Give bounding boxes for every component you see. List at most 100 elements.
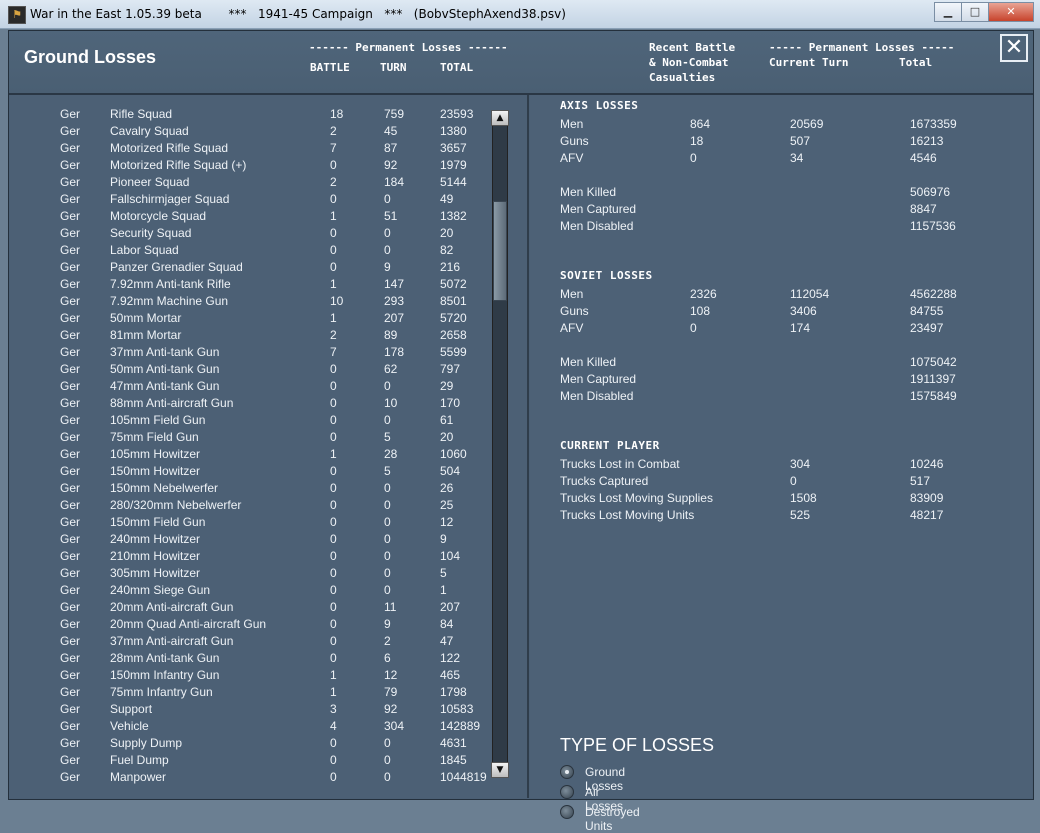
scroll-down-icon[interactable]: ▼ <box>491 762 509 778</box>
stat-label: Trucks Lost Moving Supplies <box>560 491 713 505</box>
table-row[interactable]: Ger Motorcycle Squad 1 51 1382 <box>10 209 490 226</box>
table-row[interactable]: Ger 81mm Mortar 2 89 2658 <box>10 328 490 345</box>
table-row[interactable]: Ger Panzer Grenadier Squad 0 9 216 <box>10 260 490 277</box>
close-icon[interactable]: ✕ <box>988 2 1034 22</box>
row-side: Ger <box>60 736 81 750</box>
row-battle: 0 <box>330 379 337 393</box>
row-turn: 0 <box>384 498 391 512</box>
table-row[interactable]: Ger Manpower 0 0 1044819 <box>10 770 490 787</box>
permanent-losses-header: ------ Permanent Losses ------ <box>309 41 508 54</box>
table-row[interactable]: Ger Labor Squad 0 0 82 <box>10 243 490 260</box>
row-battle: 0 <box>330 617 337 631</box>
table-row[interactable]: Ger Support 3 92 10583 <box>10 702 490 719</box>
table-row[interactable]: Ger 150mm Field Gun 0 0 12 <box>10 515 490 532</box>
radio-button-icon[interactable] <box>560 805 574 819</box>
row-name: Fallschirmjager Squad <box>110 192 230 206</box>
scrollbar-thumb[interactable] <box>493 201 507 301</box>
maximize-icon[interactable]: □ <box>961 2 989 22</box>
row-side: Ger <box>60 260 81 274</box>
table-row[interactable]: Ger 105mm Howitzer 1 28 1060 <box>10 447 490 464</box>
row-turn: 89 <box>384 328 398 342</box>
detail-total: 1075042 <box>910 355 957 369</box>
table-row[interactable]: Ger Fuel Dump 0 0 1845 <box>10 753 490 770</box>
row-battle: 0 <box>330 481 337 495</box>
column-turn-header: TURN <box>380 61 407 74</box>
close-dialog-button[interactable]: ✕ <box>1000 34 1028 62</box>
row-total: 29 <box>440 379 454 393</box>
row-total: 5599 <box>440 345 467 359</box>
table-row[interactable]: Ger Cavalry Squad 2 45 1380 <box>10 124 490 141</box>
row-name: 37mm Anti-tank Gun <box>110 345 220 359</box>
table-row[interactable]: Ger Vehicle 4 304 142889 <box>10 719 490 736</box>
table-row[interactable]: Ger 75mm Infantry Gun 1 79 1798 <box>10 685 490 702</box>
minimize-icon[interactable]: ▁ <box>934 2 962 22</box>
table-row[interactable]: Ger Rifle Squad 18 759 23593 <box>10 107 490 124</box>
row-side: Ger <box>60 124 81 138</box>
ground-losses-list[interactable]: Ger Rifle Squad 18 759 23593 Ger Cavalry Squad… <box>10 95 529 798</box>
table-row[interactable]: Ger 50mm Mortar 1 207 5720 <box>10 311 490 328</box>
row-side: Ger <box>60 549 81 563</box>
table-row[interactable]: Ger Fallschirmjager Squad 0 0 49 <box>10 192 490 209</box>
row-side: Ger <box>60 158 81 172</box>
table-row[interactable]: Ger 305mm Howitzer 0 0 5 <box>10 566 490 583</box>
table-row[interactable]: Ger 240mm Howitzer 0 0 9 <box>10 532 490 549</box>
stat-total: 4546 <box>910 151 937 165</box>
table-row[interactable]: Ger Security Squad 0 0 20 <box>10 226 490 243</box>
table-row[interactable]: Ger 88mm Anti-aircraft Gun 0 10 170 <box>10 396 490 413</box>
row-side: Ger <box>60 651 81 665</box>
detail-label: Men Disabled <box>560 219 634 233</box>
row-total: 1382 <box>440 209 467 223</box>
row-battle: 2 <box>330 175 337 189</box>
current-player-title: CURRENT PLAYER <box>560 439 660 452</box>
row-total: 20 <box>440 430 454 444</box>
row-name: 240mm Siege Gun <box>110 583 211 597</box>
table-row[interactable]: Ger 150mm Infantry Gun 1 12 465 <box>10 668 490 685</box>
radio-button-icon[interactable] <box>560 765 574 779</box>
table-row[interactable]: Ger 28mm Anti-tank Gun 0 6 122 <box>10 651 490 668</box>
table-row[interactable]: Ger 105mm Field Gun 0 0 61 <box>10 413 490 430</box>
table-row[interactable]: Ger 75mm Field Gun 0 5 20 <box>10 430 490 447</box>
row-total: 49 <box>440 192 454 206</box>
soviet-detail-row: Men Disabled 1575849 <box>560 389 1030 406</box>
detail-total: 1911397 <box>910 372 956 386</box>
row-side: Ger <box>60 226 81 240</box>
row-total: 216 <box>440 260 461 274</box>
row-total: 1845 <box>440 753 467 767</box>
row-total: 5144 <box>440 175 467 189</box>
table-row[interactable]: Ger Pioneer Squad 2 184 5144 <box>10 175 490 192</box>
table-row[interactable]: Ger 280/320mm Nebelwerfer 0 0 25 <box>10 498 490 515</box>
row-name: Motorcycle Squad <box>110 209 207 223</box>
table-row[interactable]: Ger 150mm Nebelwerfer 0 0 26 <box>10 481 490 498</box>
table-row[interactable]: Ger 240mm Siege Gun 0 0 1 <box>10 583 490 600</box>
row-total: 104 <box>440 549 461 563</box>
row-side: Ger <box>60 430 81 444</box>
table-row[interactable]: Ger 50mm Anti-tank Gun 0 62 797 <box>10 362 490 379</box>
row-turn: 45 <box>384 124 398 138</box>
table-row[interactable]: Ger 37mm Anti-aircraft Gun 0 2 47 <box>10 634 490 651</box>
row-side: Ger <box>60 294 81 308</box>
table-row[interactable]: Ger Motorized Rifle Squad 7 87 3657 <box>10 141 490 158</box>
stat-recent: 0 <box>690 151 697 165</box>
table-row[interactable]: Ger 7.92mm Machine Gun 10 293 8501 <box>10 294 490 311</box>
radio-button-icon[interactable] <box>560 785 574 799</box>
row-name: 210mm Howitzer <box>110 549 201 563</box>
row-name: Vehicle <box>110 719 149 733</box>
row-turn: 92 <box>384 158 398 172</box>
table-row[interactable]: Ger 47mm Anti-tank Gun 0 0 29 <box>10 379 490 396</box>
table-row[interactable]: Ger Supply Dump 0 0 4631 <box>10 736 490 753</box>
losses-summary-panel: AXIS LOSSES Men 864 20569 1673359 Guns 18 507 1… <box>530 95 1032 833</box>
scroll-up-icon[interactable]: ▲ <box>491 110 509 126</box>
table-row[interactable]: Ger 210mm Howitzer 0 0 104 <box>10 549 490 566</box>
table-row[interactable]: Ger 37mm Anti-tank Gun 7 178 5599 <box>10 345 490 362</box>
row-battle: 0 <box>330 634 337 648</box>
table-row[interactable]: Ger Motorized Rifle Squad (+) 0 92 1979 <box>10 158 490 175</box>
table-row[interactable]: Ger 150mm Howitzer 0 5 504 <box>10 464 490 481</box>
row-name: 88mm Anti-aircraft Gun <box>110 396 234 410</box>
table-row[interactable]: Ger 7.92mm Anti-tank Rifle 1 147 5072 <box>10 277 490 294</box>
row-total: 1044819 <box>440 770 487 784</box>
axis-row: Men 864 20569 1673359 <box>560 117 1030 134</box>
table-row[interactable]: Ger 20mm Quad Anti-aircraft Gun 0 9 84 <box>10 617 490 634</box>
table-row[interactable]: Ger 20mm Anti-aircraft Gun 0 11 207 <box>10 600 490 617</box>
row-total: 20 <box>440 226 454 240</box>
row-total: 61 <box>440 413 454 427</box>
